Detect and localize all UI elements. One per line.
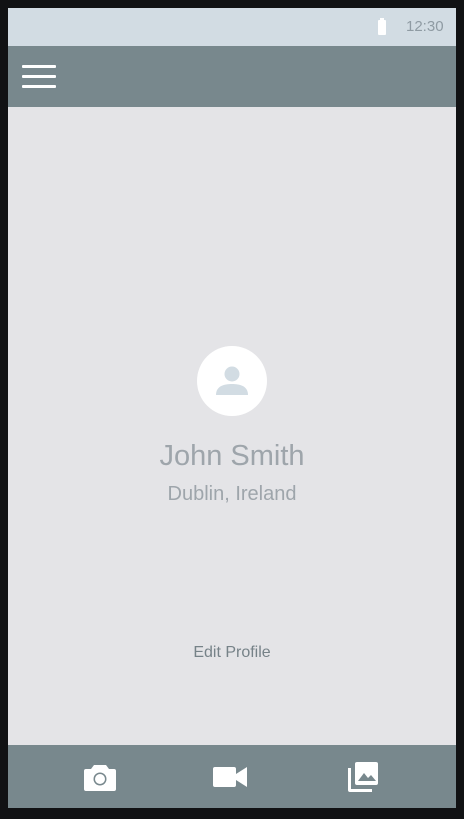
phone-screen: 12:30 John Smith Dublin, Ireland Edit Pr… — [8, 8, 456, 808]
edit-profile-link[interactable]: Edit Profile — [182, 642, 282, 664]
bottom-nav — [8, 745, 456, 808]
camera-button[interactable] — [70, 745, 130, 808]
profile-location: Dublin, Ireland — [167, 483, 297, 505]
gallery-button[interactable] — [333, 745, 393, 808]
menu-line — [22, 65, 56, 68]
menu-line — [22, 85, 56, 88]
menu-line — [22, 75, 56, 78]
avatar — [197, 346, 267, 416]
status-bar: 12:30 — [8, 8, 456, 46]
battery-icon — [378, 18, 386, 35]
status-time: 12:30 — [406, 18, 444, 35]
person-icon — [216, 366, 248, 395]
profile-name: John Smith — [159, 440, 305, 472]
device-frame: 12:30 John Smith Dublin, Ireland Edit Pr… — [0, 0, 464, 819]
video-button[interactable] — [200, 745, 260, 808]
menu-icon[interactable] — [22, 65, 56, 89]
camera-icon — [84, 764, 116, 791]
video-camera-icon — [213, 766, 247, 787]
app-bar — [8, 46, 456, 107]
photo-library-icon — [348, 761, 378, 792]
